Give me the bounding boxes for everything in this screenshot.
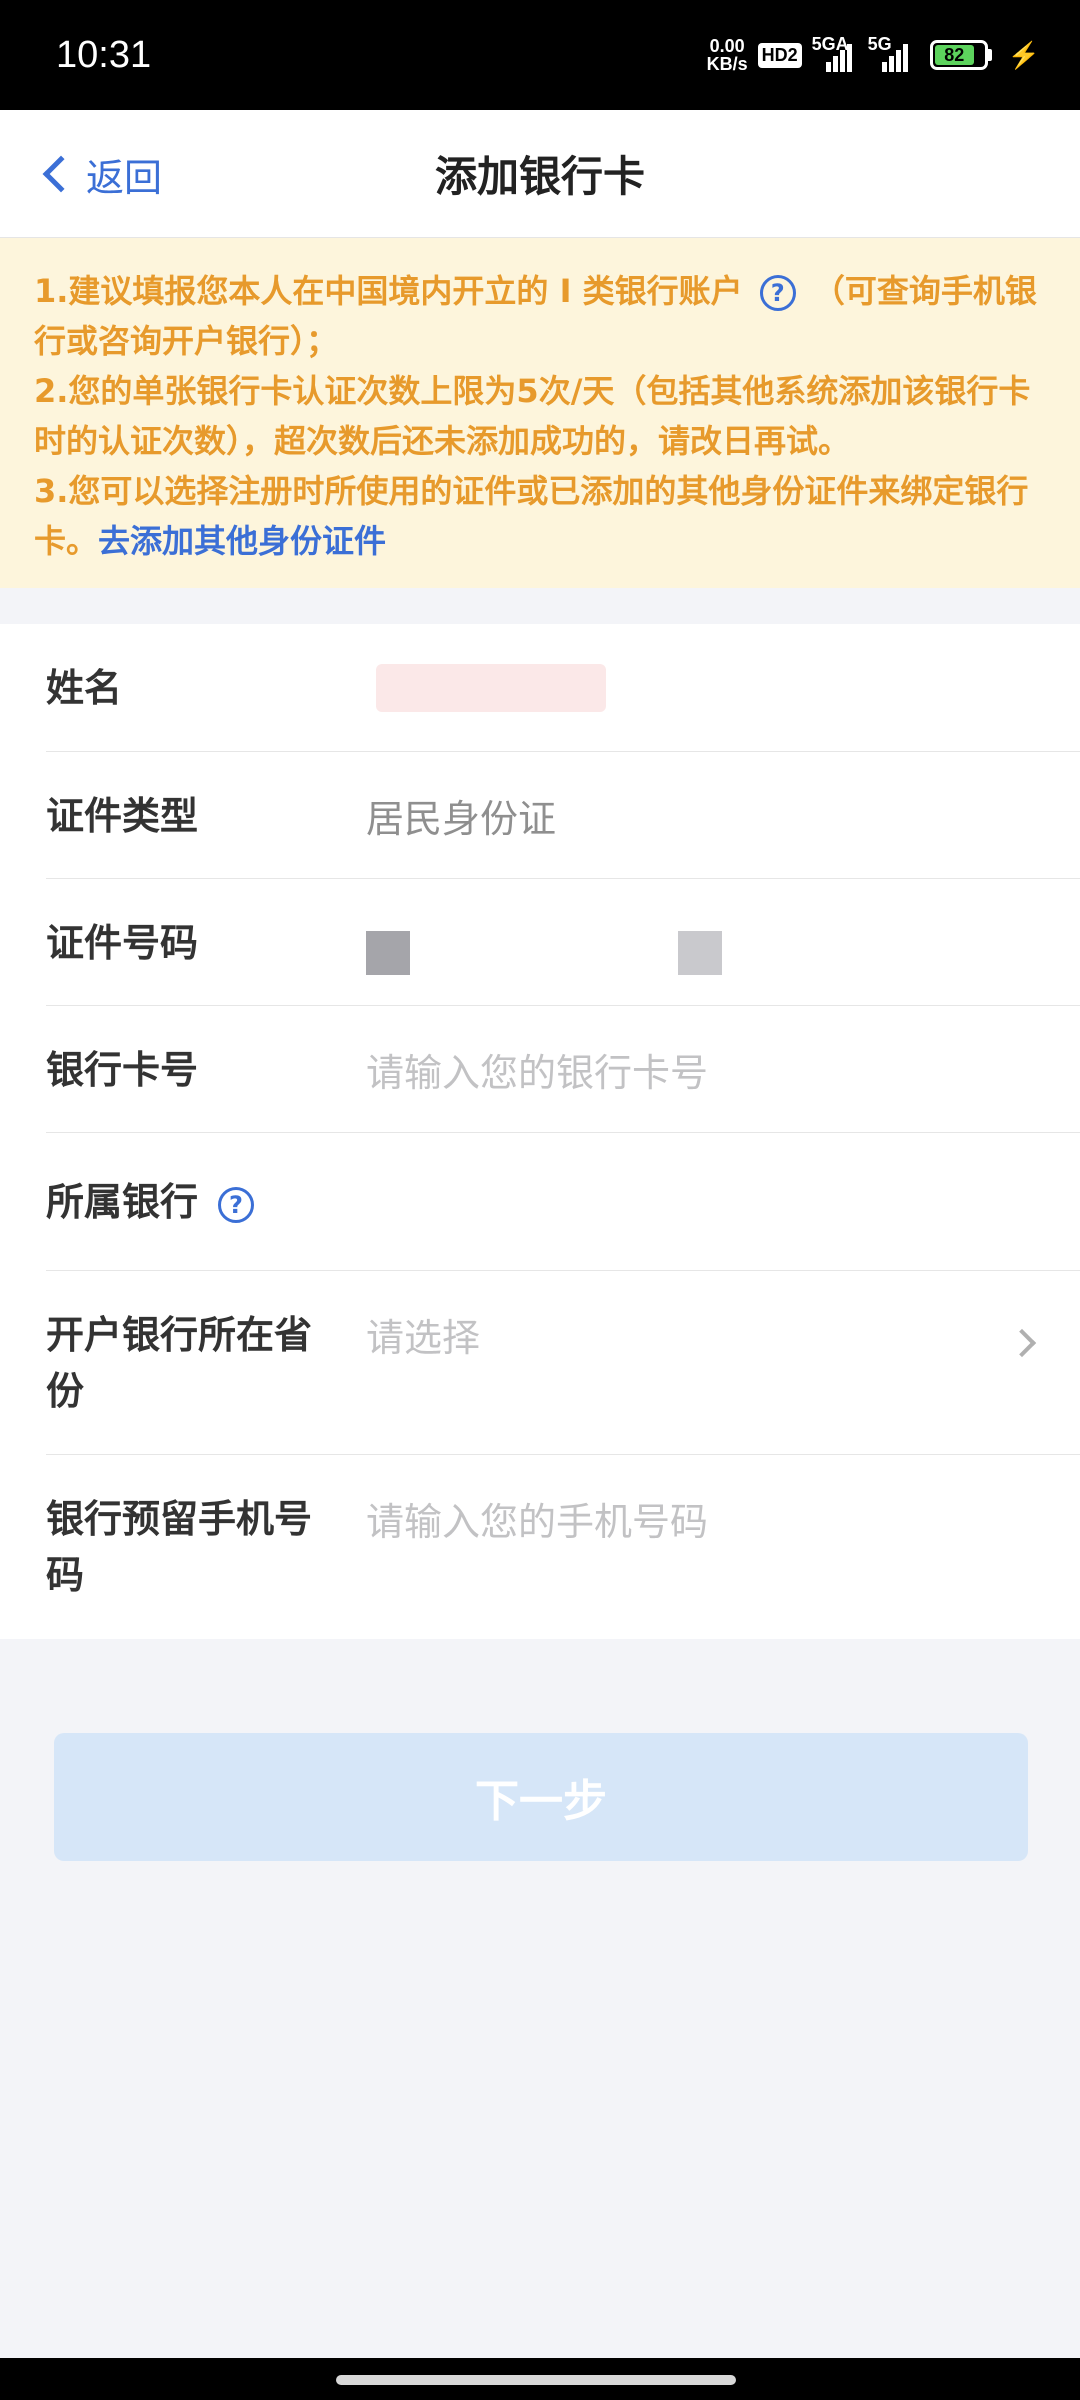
battery-icon: 82: [929, 40, 992, 70]
row-name: 姓名: [0, 624, 1080, 752]
id-number-value: [366, 911, 1080, 975]
next-button[interactable]: 下一步: [54, 1733, 1028, 1861]
row-phone[interactable]: 银行预留手机号码 请输入您的手机号码: [0, 1455, 1080, 1639]
phone-label: 银行预留手机号码: [46, 1497, 313, 1597]
row-id-number: 证件号码: [0, 879, 1080, 1006]
phone-input[interactable]: 请输入您的手机号码: [366, 1455, 1080, 1546]
card-number-label: 银行卡号: [46, 1047, 199, 1092]
province-label: 开户银行所在省份: [46, 1313, 313, 1413]
back-label: 返回: [86, 155, 163, 200]
id-number-label: 证件号码: [46, 920, 199, 965]
row-id-type[interactable]: 证件类型 居民身份证: [0, 752, 1080, 879]
id-type-value: 居民身份证: [366, 797, 557, 841]
masked-block: [366, 930, 410, 975]
notice-line-2: 2.您的单张银行卡认证次数上限为5次/天（包括其他系统添加该银行卡时的认证次数）…: [34, 372, 1031, 460]
back-button[interactable]: 返回: [40, 110, 162, 238]
row-card-number[interactable]: 银行卡号 请输入您的银行卡号: [0, 1006, 1080, 1133]
id-type-label: 证件类型: [46, 793, 199, 838]
hd-badge: HD2: [757, 42, 802, 68]
name-label: 姓名: [46, 666, 123, 710]
charging-icon: ⚡: [1007, 39, 1040, 70]
row-bank[interactable]: 所属银行?: [0, 1133, 1080, 1271]
notice-line-1: 1.建议填报您本人在中国境内开立的 I 类银行账户 ? （可查询手机银行或咨询开…: [34, 272, 1037, 360]
row-province[interactable]: 开户银行所在省份 请选择: [0, 1271, 1080, 1455]
card-number-input[interactable]: 请输入您的银行卡号: [366, 1042, 1080, 1097]
net-speed: 0.00 KB/s: [706, 36, 748, 74]
status-icons: 0.00 KB/s HD2 5GA 5G 82 ⚡: [706, 34, 1040, 74]
masked-name: [376, 664, 606, 712]
notice-line-3: 3.您可以选择注册时所使用的证件或已添加的其他身份证件来绑定银行卡。去添加其他身…: [34, 472, 1029, 560]
name-value: [366, 664, 1080, 712]
signal-5ga-icon: 5GA: [812, 34, 858, 72]
signal-5g-icon: 5G: [868, 34, 914, 72]
page-title: 添加银行卡: [434, 152, 645, 201]
bank-label: 所属银行?: [46, 1174, 366, 1230]
bank-card-form: 姓名 证件类型 居民身份证 证件号码 银行卡号 请输入您的银行卡号 所属银行? …: [0, 624, 1080, 1639]
nav-bar: 返回 添加银行卡: [0, 110, 1080, 238]
help-icon[interactable]: ?: [759, 275, 796, 311]
masked-block: [678, 930, 722, 975]
help-icon[interactable]: ?: [218, 1186, 255, 1223]
home-indicator[interactable]: [336, 2375, 736, 2385]
chevron-left-icon: [42, 155, 80, 193]
status-bar: 10:31 0.00 KB/s HD2 5GA 5G 82 ⚡: [0, 0, 1080, 110]
add-other-id-link[interactable]: 去添加其他身份证件: [98, 522, 386, 560]
notice-banner: 1.建议填报您本人在中国境内开立的 I 类银行账户 ? （可查询手机银行或咨询开…: [0, 238, 1080, 588]
status-time: 10:31: [56, 33, 152, 76]
province-select[interactable]: 请选择: [366, 1271, 1080, 1362]
